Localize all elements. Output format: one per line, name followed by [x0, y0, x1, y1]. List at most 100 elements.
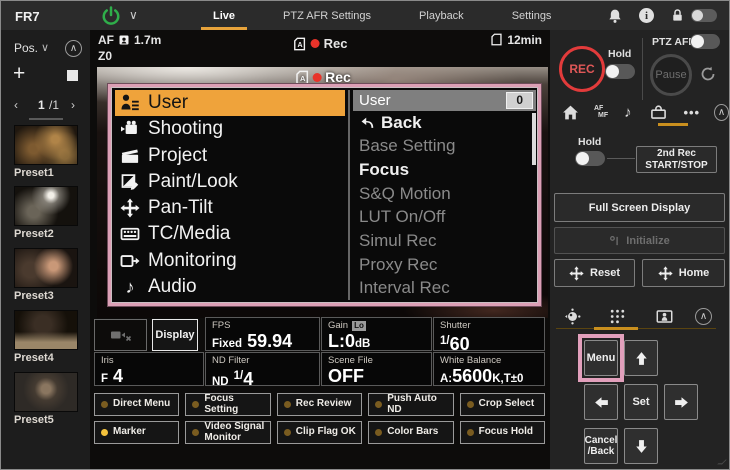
- stop-button[interactable]: [67, 70, 78, 81]
- menu-item-audio[interactable]: ♪ Audio: [115, 274, 345, 300]
- initialize-icon: [609, 235, 621, 247]
- set-button[interactable]: Set: [624, 384, 658, 420]
- rec-hold-toggle[interactable]: [605, 64, 635, 79]
- power-icon[interactable]: [101, 6, 121, 26]
- ptz-afr-toggle[interactable]: [690, 34, 720, 49]
- panel-collapse-icon-2[interactable]: ∧: [695, 308, 712, 325]
- resize-handle[interactable]: [717, 460, 727, 465]
- focus-hold-button[interactable]: Focus Hold: [460, 421, 545, 444]
- menu-item-label: Monitoring: [148, 250, 237, 272]
- camera-status-bar: AF 1.7m Z0 Rec 12min: [90, 30, 550, 67]
- lock-toggle[interactable]: [691, 9, 717, 22]
- tab-settings[interactable]: Settings: [488, 1, 576, 30]
- menu-button[interactable]: Menu: [584, 340, 618, 376]
- shutter-cell[interactable]: Shutter 1/60: [433, 317, 545, 351]
- menu-item-monitoring[interactable]: Monitoring: [115, 248, 345, 274]
- tab-ptz-afr-settings[interactable]: PTZ AFR Settings: [259, 1, 395, 30]
- submenu-item-back[interactable]: Back: [359, 113, 536, 133]
- preset-label: Preset2: [14, 228, 78, 240]
- preset4-thumbnail[interactable]: [14, 310, 78, 350]
- menu-item-tc-media[interactable]: TC/Media: [115, 221, 345, 247]
- nav-down-button[interactable]: [624, 428, 658, 464]
- scene-file-cell[interactable]: Scene File OFF: [321, 352, 432, 386]
- nd-filter-cell[interactable]: ND Filter ND 1/4: [205, 352, 320, 386]
- full-screen-display-button[interactable]: Full Screen Display: [554, 193, 725, 222]
- submenu-item-interval-rec[interactable]: Interval Rec: [359, 278, 536, 298]
- marker-button[interactable]: Marker: [94, 421, 179, 444]
- crop-select-button[interactable]: Crop Select: [460, 393, 545, 416]
- pan-tilt-home-button[interactable]: Home: [642, 259, 725, 287]
- restart-icon[interactable]: [700, 66, 716, 82]
- assignable-buttons: Direct Menu Focus Setting Rec Review Pus…: [94, 393, 545, 444]
- preset2-thumbnail[interactable]: [14, 186, 78, 226]
- preset3-thumbnail[interactable]: [14, 248, 78, 288]
- cancel-back-button[interactable]: Cancel /Back: [584, 428, 618, 464]
- color-bars-button[interactable]: Color Bars: [368, 421, 453, 444]
- menu-item-paint-look[interactable]: Paint/Look: [115, 169, 345, 195]
- panel-collapse-icon[interactable]: ∧: [714, 104, 729, 121]
- reset-label: Reset: [590, 267, 620, 279]
- submenu-item-lut-on-off[interactable]: LUT On/Off: [359, 207, 536, 227]
- media-icon[interactable]: [650, 104, 667, 121]
- clip-flag-ok-button[interactable]: Clip Flag OK: [277, 421, 362, 444]
- submenu-item-focus[interactable]: Focus: [359, 160, 536, 180]
- display-button[interactable]: Display: [152, 319, 198, 351]
- nd-value: 4: [243, 369, 253, 386]
- rec-dot: [311, 39, 320, 48]
- tab-playback[interactable]: Playback: [395, 1, 488, 30]
- camera-view-area: AF 1.7m Z0 Rec 12min Rec User: [90, 30, 550, 469]
- ptz-joystick-icon[interactable]: [564, 308, 581, 325]
- menu-item-shooting[interactable]: Shooting: [115, 116, 345, 142]
- second-rec-start-stop-button[interactable]: 2nd Rec START/STOP: [636, 146, 717, 173]
- iris-cell[interactable]: Iris F 4: [94, 352, 204, 386]
- submenu-item-proxy-rec[interactable]: Proxy Rec: [359, 255, 536, 275]
- nav-right-button[interactable]: [664, 384, 698, 420]
- menu-item-user[interactable]: User: [115, 90, 345, 116]
- initialize-button[interactable]: Initialize: [554, 227, 725, 254]
- preset1-thumbnail[interactable]: [14, 125, 78, 165]
- video-signal-monitor-button[interactable]: Video Signal Monitor: [185, 421, 270, 444]
- home-icon[interactable]: [562, 104, 579, 121]
- menu-item-pan-tilt[interactable]: Pan-Tilt: [115, 195, 345, 221]
- assign-label: Video Signal Monitor: [204, 422, 266, 443]
- more-icon[interactable]: •••: [683, 105, 700, 120]
- preset5-thumbnail[interactable]: [14, 372, 78, 412]
- info-icon[interactable]: i: [639, 8, 654, 23]
- submenu-item-base-setting[interactable]: Base Setting: [359, 136, 536, 156]
- af-mf-icon[interactable]: AFMF: [594, 105, 608, 119]
- bell-icon[interactable]: [607, 8, 623, 24]
- tab-live[interactable]: Live: [189, 1, 259, 30]
- nav-up-button[interactable]: [624, 340, 658, 376]
- page-prev-icon[interactable]: ‹: [14, 98, 18, 112]
- second-rec-hold-toggle[interactable]: [575, 151, 605, 166]
- gain-lo-badge: Lo: [352, 321, 366, 331]
- menu-item-project[interactable]: Project: [115, 143, 345, 169]
- preset-grid-icon[interactable]: [609, 308, 626, 325]
- pause-button[interactable]: Pause: [650, 54, 692, 96]
- submenu-scrollbar[interactable]: [532, 113, 536, 165]
- submenu-item-simul-rec[interactable]: Simul Rec: [359, 231, 536, 251]
- add-preset-button[interactable]: +: [13, 65, 25, 83]
- menu-item-label: Shooting: [148, 118, 223, 140]
- chevron-down-icon[interactable]: ∨: [129, 8, 138, 22]
- rec-button[interactable]: REC: [559, 46, 605, 92]
- sidebar-collapse-icon[interactable]: ∧: [65, 40, 82, 57]
- direct-menu-button[interactable]: Direct Menu: [94, 393, 179, 416]
- audio-icon[interactable]: ♪: [624, 104, 634, 121]
- white-balance-cell[interactable]: White Balance A:5600K,T±0: [433, 352, 545, 386]
- pan-tilt-reset-button[interactable]: Reset: [554, 259, 635, 287]
- nav-left-button[interactable]: [584, 384, 618, 420]
- pos-chevron-down-icon[interactable]: ∨: [41, 41, 49, 54]
- fps-value: 59.94: [247, 331, 292, 351]
- scene-file-label: Scene File: [328, 355, 425, 366]
- rec-review-button[interactable]: Rec Review: [277, 393, 362, 416]
- subject-tracking-icon[interactable]: [656, 308, 673, 325]
- push-auto-nd-button[interactable]: Push Auto ND: [368, 393, 453, 416]
- focus-setting-button[interactable]: Focus Setting: [185, 393, 270, 416]
- page-next-icon[interactable]: ›: [71, 98, 75, 112]
- submenu-item-sq-motion[interactable]: S&Q Motion: [359, 184, 536, 204]
- gain-cell[interactable]: GainLo L:0dB: [321, 317, 432, 351]
- status-dot: [375, 429, 382, 436]
- fps-cell[interactable]: FPS Fixed 59.94: [205, 317, 320, 351]
- video-off-button[interactable]: [94, 319, 147, 351]
